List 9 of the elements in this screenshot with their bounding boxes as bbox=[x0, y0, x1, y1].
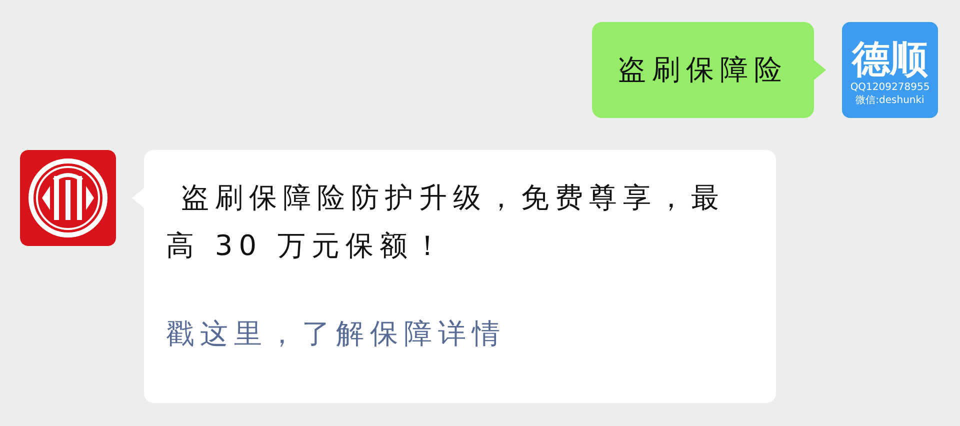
message-text: 盗刷保障险防护升级，免费尊享，最高 30 万元保额！ bbox=[166, 180, 726, 264]
details-link[interactable]: 戳这里，了解保障详情 bbox=[166, 310, 506, 358]
avatar-caption: 微信:deshunki bbox=[856, 94, 924, 107]
bubble-tail bbox=[814, 60, 826, 80]
message-bubble: 盗刷保障险 bbox=[592, 22, 814, 118]
avatar-caption: QQ1209278955 bbox=[850, 81, 930, 94]
logo-icon[interactable] bbox=[20, 150, 116, 246]
avatar-title: 德顺 bbox=[852, 37, 928, 81]
avatar[interactable]: 德顺 QQ1209278955 微信:deshunki bbox=[842, 22, 938, 118]
